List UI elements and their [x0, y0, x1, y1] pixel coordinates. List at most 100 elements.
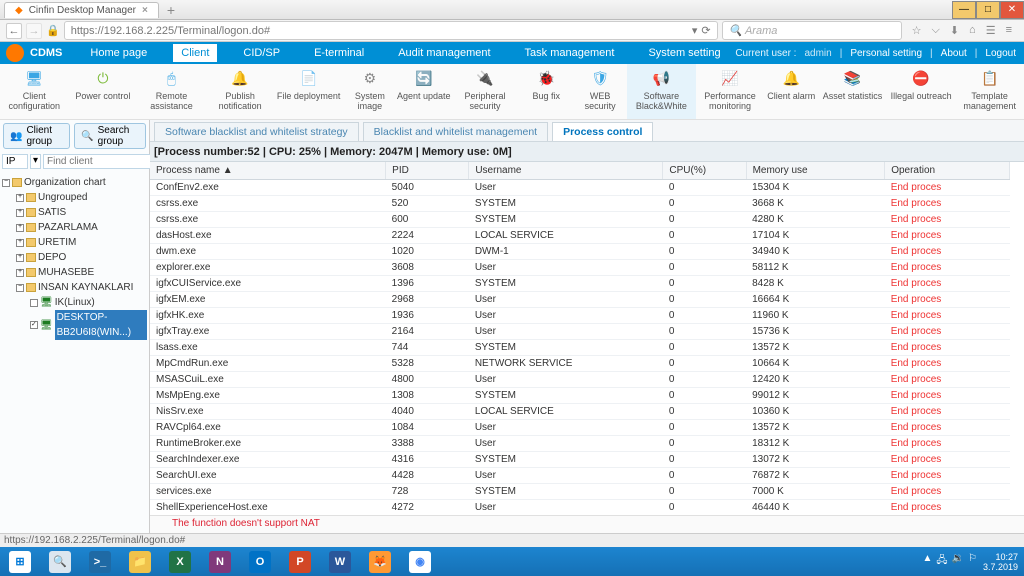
end-process-link[interactable]: End proces [885, 452, 1010, 468]
tree-client-linux[interactable]: 🖥 IK(Linux) [30, 295, 147, 310]
tray-net-icon[interactable]: 🖧 [936, 553, 947, 570]
pocket-icon[interactable]: ⌵ [931, 24, 939, 37]
table-row[interactable]: MpCmdRun.exe5328NETWORK SERVICE010664 KE… [150, 356, 1010, 372]
nav-item-client[interactable]: Client [173, 44, 217, 62]
tree-node[interactable]: + URETIM [16, 235, 147, 250]
end-process-link[interactable]: End proces [885, 180, 1010, 196]
table-row[interactable]: igfxHK.exe1936User011960 KEnd proces [150, 308, 1010, 324]
end-process-link[interactable]: End proces [885, 484, 1010, 500]
library-icon[interactable]: ☰ [986, 24, 996, 37]
tree-node[interactable]: + DEPO [16, 250, 147, 265]
col-2[interactable]: Username [469, 162, 663, 180]
close-tab-icon[interactable]: × [142, 5, 148, 16]
tree-node[interactable]: + PAZARLAMA [16, 220, 147, 235]
end-process-link[interactable]: End proces [885, 356, 1010, 372]
table-row[interactable]: SearchIndexer.exe4316SYSTEM013072 KEnd p… [150, 452, 1010, 468]
url-input[interactable]: https://192.168.2.225/Terminal/logon.do#… [64, 21, 718, 40]
table-row[interactable]: igfxEM.exe2968User016664 KEnd proces [150, 292, 1010, 308]
tool-software-black-white[interactable]: 📢Software Black&White [627, 64, 696, 119]
taskbar-app[interactable]: ◉ [400, 548, 440, 576]
tree-node[interactable]: + SATIS [16, 205, 147, 220]
end-process-link[interactable]: End proces [885, 388, 1010, 404]
table-row[interactable]: NisSrv.exe4040LOCAL SERVICE010360 KEnd p… [150, 404, 1010, 420]
taskbar-time[interactable]: 10:27 [983, 552, 1018, 562]
refresh-icon[interactable]: ⟳ [701, 24, 710, 37]
nav-item-audit-management[interactable]: Audit management [390, 44, 498, 62]
taskbar-app[interactable]: N [200, 548, 240, 576]
nav-back-button[interactable]: ← [6, 23, 22, 39]
tool-client-alarm[interactable]: 🔔Client alarm [764, 64, 818, 119]
tray-vol-icon[interactable]: 🔉 [952, 553, 964, 570]
table-row[interactable]: RuntimeBroker.exe3388User018312 KEnd pro… [150, 436, 1010, 452]
end-process-link[interactable]: End proces [885, 372, 1010, 388]
dropdown-icon[interactable]: ▾ [30, 154, 41, 169]
tray-flag-icon[interactable]: ⚐ [968, 553, 977, 570]
tool-power-control[interactable]: ⏻Power control [69, 64, 138, 119]
home-icon[interactable]: ⌂ [969, 24, 976, 37]
end-process-link[interactable]: End proces [885, 340, 1010, 356]
window-minimize-button[interactable]: — [952, 1, 976, 19]
tree-node[interactable]: + MUHASEBE [16, 265, 147, 280]
system-tray[interactable]: ▲ 🖧 🔉 ⚐ [922, 553, 976, 570]
process-table-wrap[interactable]: Process name ▲PIDUsernameCPU(%)Memory us… [150, 162, 1024, 515]
tool-agent-update[interactable]: 🔄Agent update [397, 64, 451, 119]
end-process-link[interactable]: End proces [885, 244, 1010, 260]
tool-template-management[interactable]: 📋Template management [955, 64, 1024, 119]
tool-peripheral-security[interactable]: 🔌Peripheral security [451, 64, 520, 119]
link-about[interactable]: About [941, 48, 967, 59]
table-row[interactable]: csrss.exe520SYSTEM03668 KEnd proces [150, 196, 1010, 212]
ip-filter-input[interactable] [2, 154, 28, 169]
table-row[interactable]: explorer.exe3608User058112 KEnd proces [150, 260, 1010, 276]
window-maximize-button[interactable]: □ [976, 1, 1000, 19]
window-close-button[interactable]: ✕ [1000, 1, 1024, 19]
subtab-blacklist-management[interactable]: Blacklist and whitelist management [363, 122, 548, 141]
star-icon[interactable]: ☆ [912, 24, 922, 37]
link-personal-setting[interactable]: Personal setting [850, 48, 922, 59]
tree-client-selected[interactable]: ✓🖥 DESKTOP-BB2U6I8(WIN...) [30, 310, 147, 340]
tool-performance-monitoring[interactable]: 📈Performance monitoring [696, 64, 765, 119]
taskbar-app[interactable]: X [160, 548, 200, 576]
download-icon[interactable]: ⬇ [950, 24, 959, 37]
table-row[interactable]: ShellExperienceHost.exe4272User046440 KE… [150, 500, 1010, 516]
link-logout[interactable]: Logout [985, 48, 1016, 59]
taskbar-app[interactable]: 🦊 [360, 548, 400, 576]
tool-file-deployment[interactable]: 📄File deployment [274, 64, 343, 119]
tool-illegal-outreach[interactable]: ⛔Illegal outreach [887, 64, 956, 119]
table-row[interactable]: dasHost.exe2224LOCAL SERVICE017104 KEnd … [150, 228, 1010, 244]
nav-item-system-setting[interactable]: System setting [640, 44, 728, 62]
tool-web-security[interactable]: 🛡WEB security [573, 64, 627, 119]
table-row[interactable]: lsass.exe744SYSTEM013572 KEnd proces [150, 340, 1010, 356]
nav-item-e-terminal[interactable]: E-terminal [306, 44, 372, 62]
taskbar-date[interactable]: 3.7.2019 [983, 562, 1018, 572]
end-process-link[interactable]: End proces [885, 228, 1010, 244]
nav-item-cid/sp[interactable]: CID/SP [235, 44, 288, 62]
side-tab-client-group[interactable]: 👥 Client group [3, 123, 70, 149]
nav-forward-button[interactable]: → [26, 23, 42, 39]
end-process-link[interactable]: End proces [885, 196, 1010, 212]
table-row[interactable]: ConfEnv2.exe5040User015304 KEnd proces [150, 180, 1010, 196]
taskbar-app[interactable]: 📁 [120, 548, 160, 576]
tree-root[interactable]: − Organization chart [2, 175, 147, 190]
tool-publish-notification[interactable]: 🔔Publish notification [206, 64, 275, 119]
tree-node[interactable]: + Ungrouped [16, 190, 147, 205]
col-5[interactable]: Operation [885, 162, 1010, 180]
col-4[interactable]: Memory use [746, 162, 885, 180]
subtab-blacklist-strategy[interactable]: Software blacklist and whitelist strateg… [154, 122, 359, 141]
browser-search-input[interactable]: 🔍 Arama [722, 21, 902, 40]
tool-client-configuration[interactable]: 🖥Client configuration [0, 64, 69, 119]
end-process-link[interactable]: End proces [885, 436, 1010, 452]
tool-bug-fix[interactable]: 🐞Bug fix [519, 64, 573, 119]
end-process-link[interactable]: End proces [885, 308, 1010, 324]
col-0[interactable]: Process name ▲ [150, 162, 386, 180]
end-process-link[interactable]: End proces [885, 212, 1010, 228]
end-process-link[interactable]: End proces [885, 260, 1010, 276]
table-row[interactable]: dwm.exe1020DWM-1034940 KEnd proces [150, 244, 1010, 260]
taskbar-app[interactable]: >_ [80, 548, 120, 576]
end-process-link[interactable]: End proces [885, 420, 1010, 436]
taskbar-app[interactable]: O [240, 548, 280, 576]
tool-remote-assistance[interactable]: 🖱Remote assistance [137, 64, 206, 119]
dropdown-icon[interactable]: ▾ [692, 24, 698, 37]
nav-item-task-management[interactable]: Task management [517, 44, 623, 62]
table-row[interactable]: igfxTray.exe2164User015736 KEnd proces [150, 324, 1010, 340]
browser-tab[interactable]: ◆ Cinfin Desktop Manager × [4, 2, 159, 18]
